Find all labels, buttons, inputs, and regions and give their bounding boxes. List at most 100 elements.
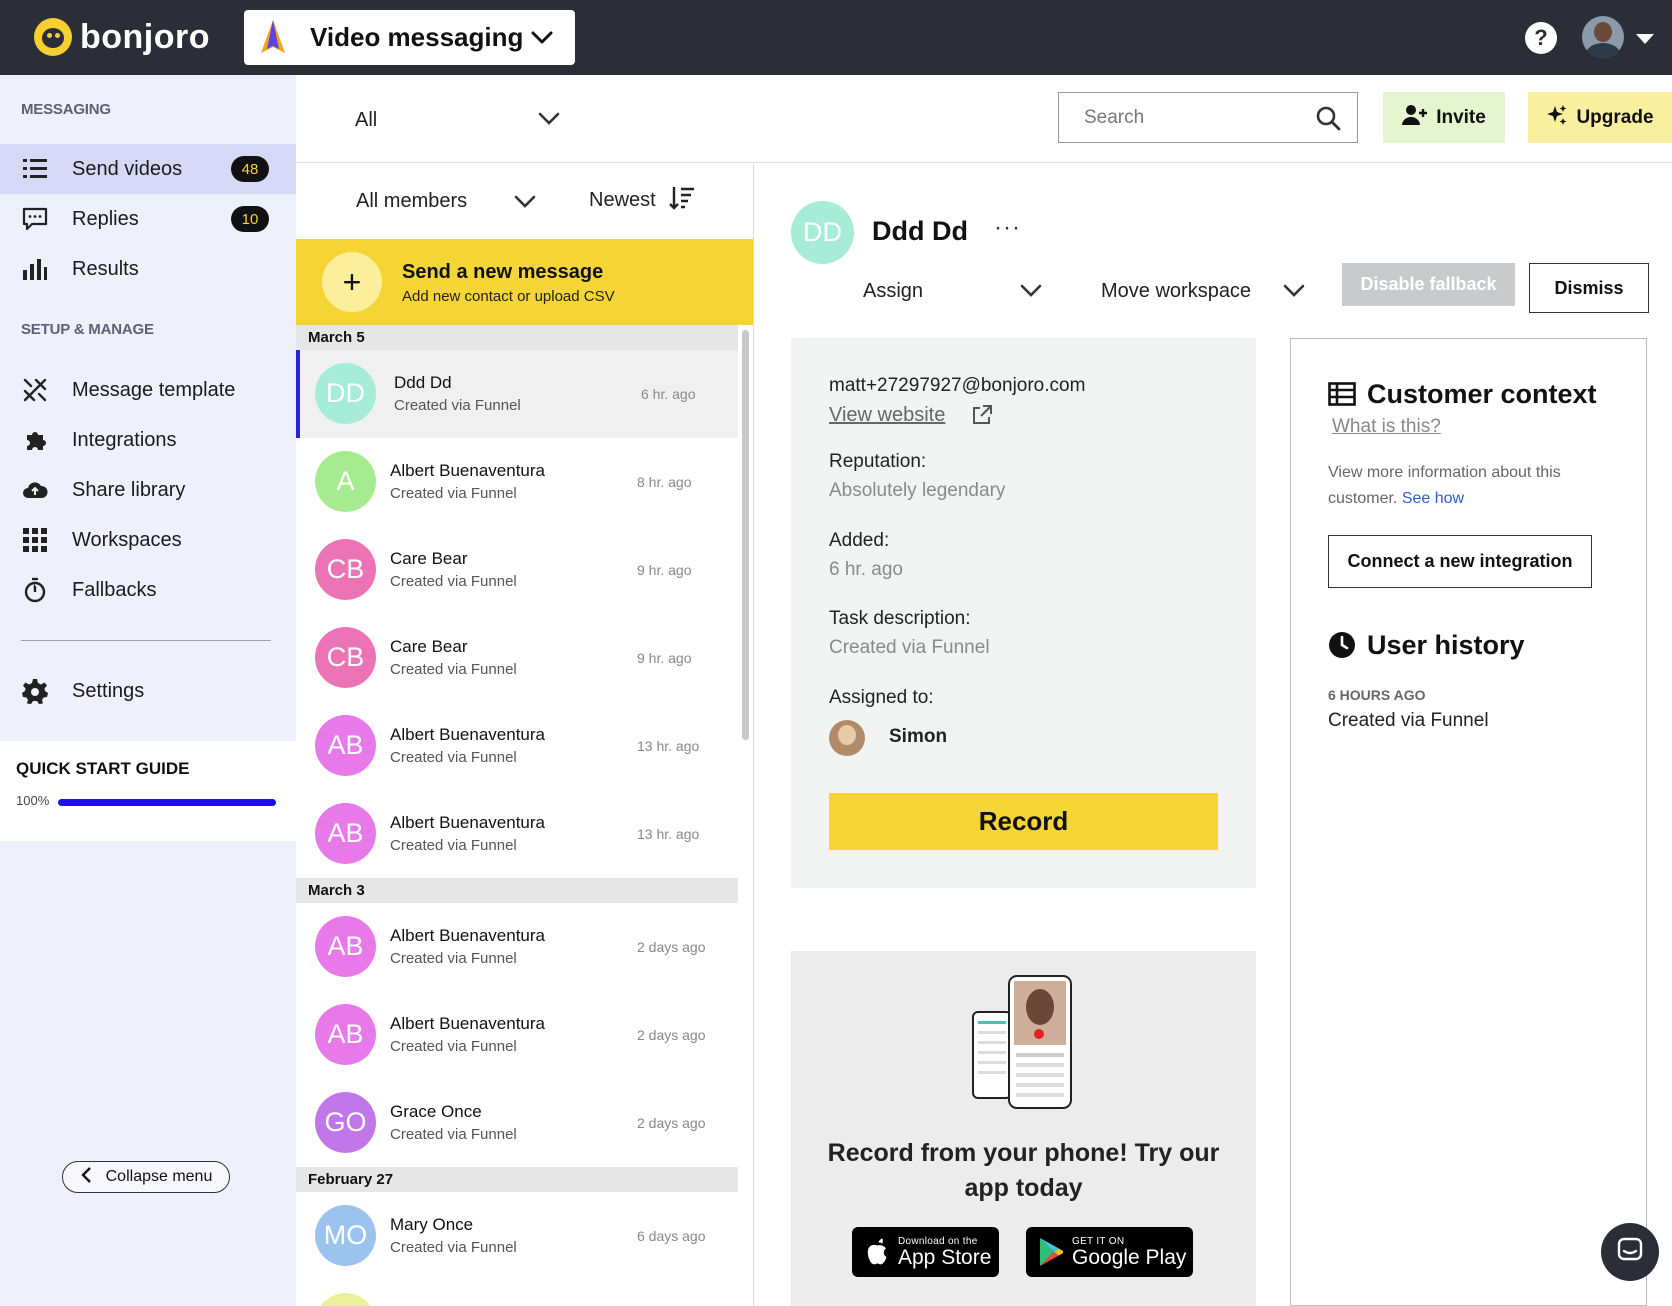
sidebar-item-send-videos[interactable]: Send videos 48 [0, 144, 296, 194]
chat-support-button[interactable] [1601, 1223, 1659, 1281]
contact-avatar: AB [315, 1004, 376, 1065]
view-website-link[interactable]: View website [829, 404, 945, 427]
assigned-label: Assigned to: [829, 687, 934, 708]
date-group-header: March 3 [296, 878, 738, 903]
list-icon [21, 155, 49, 183]
assign-dropdown-label[interactable]: Assign [863, 280, 923, 303]
chevron-down-icon[interactable] [1281, 277, 1307, 308]
app-store-button[interactable]: Download on the App Store [852, 1227, 999, 1277]
sidebar-item-share-library[interactable]: Share library [0, 465, 296, 515]
upgrade-button[interactable]: Upgrade [1528, 92, 1672, 143]
contact-name: Mary Once [390, 1215, 474, 1234]
contact-time: 2 days ago [637, 939, 706, 955]
send-new-message-button[interactable]: + Send a new message Add new contact or … [296, 239, 753, 325]
sort-icon[interactable] [668, 184, 696, 217]
sort-label[interactable]: Newest [589, 189, 656, 212]
contact-time: 2 days ago [637, 1115, 706, 1131]
contact-avatar: A [315, 451, 376, 512]
google-play-icon [1038, 1237, 1064, 1267]
contact-row[interactable]: GOGrace Once [296, 1280, 738, 1306]
contact-source: Created via Funnel [390, 485, 517, 502]
contact-name: Albert Buenaventura [390, 1014, 545, 1033]
collapse-menu-button[interactable]: Collapse menu [62, 1161, 230, 1193]
dismiss-button[interactable]: Dismiss [1529, 263, 1649, 313]
quick-start-guide[interactable]: QUICK START GUIDE 100% [0, 741, 296, 841]
product-switcher[interactable]: Video messaging [244, 10, 575, 65]
caret-down-icon[interactable] [1636, 34, 1654, 44]
chevron-down-icon[interactable] [1018, 277, 1044, 308]
members-dropdown-label[interactable]: All members [356, 190, 467, 213]
collapse-menu-label: Collapse menu [105, 1168, 213, 1185]
customer-context-panel: Customer context What is this? View more… [1290, 338, 1647, 1306]
contact-time: 9 hr. ago [637, 562, 692, 578]
product-label: Video messaging [310, 22, 524, 52]
external-link-icon[interactable] [971, 404, 993, 431]
chevron-down-icon[interactable] [536, 105, 562, 136]
list-scrollbar[interactable] [742, 330, 749, 740]
search-input[interactable] [1059, 93, 1289, 142]
chat-bubble-icon [1617, 1237, 1643, 1268]
add-user-icon [1402, 104, 1428, 132]
contact-source: Created via Funnel [390, 1038, 517, 1055]
contact-row[interactable]: A Albert Buenaventura Created via Funnel 8 … [296, 438, 738, 526]
section-setup: SETUP & MANAGE [21, 321, 154, 338]
sidebar-item-fallbacks[interactable]: Fallbacks [0, 565, 296, 615]
search-box[interactable] [1058, 92, 1358, 143]
sidebar-item-message-template[interactable]: Message template [0, 365, 296, 415]
filter-dropdown-label[interactable]: All [355, 109, 377, 132]
date-group-header: February 27 [296, 1167, 738, 1192]
invite-button[interactable]: Invite [1383, 92, 1505, 143]
contact-row[interactable]: AB Albert Buenaventura Created via Funnel 2… [296, 991, 738, 1079]
contact-row[interactable]: AB Albert Buenaventura Created via Funnel 2… [296, 903, 738, 991]
contact-source: Created via Funnel [390, 950, 517, 967]
contact-name: Albert Buenaventura [390, 725, 545, 744]
contact-row[interactable]: MO Mary Once Created via Funnel 6 days ago [296, 1192, 738, 1280]
app-store-big: App Store [898, 1245, 992, 1269]
search-icon[interactable] [1315, 105, 1341, 136]
see-how-link[interactable]: See how [1402, 490, 1464, 507]
sidebar-item-label: Workspaces [72, 528, 182, 551]
app-promo-card: Record from your phone! Try our app toda… [791, 951, 1256, 1306]
what-is-this-link[interactable]: What is this? [1332, 416, 1441, 438]
bar-chart-icon [21, 255, 49, 283]
contact-source: Created via Funnel [390, 749, 517, 766]
quick-start-percent: 100% [16, 793, 50, 808]
contact-row[interactable]: AB Albert Buenaventura Created via Funnel 1… [296, 702, 738, 790]
help-icon[interactable]: ? [1525, 22, 1557, 54]
contact-row[interactable]: GO Grace Once Created via Funnel 2 days ago [296, 1079, 738, 1167]
more-options-icon[interactable]: ··· [994, 214, 1021, 242]
sidebar-item-label: Send videos [72, 157, 183, 180]
user-avatar[interactable] [1582, 16, 1624, 58]
chevron-down-icon[interactable] [512, 188, 538, 219]
plus-icon: + [322, 252, 382, 312]
contact-avatar: CB [315, 627, 376, 688]
contact-row[interactable]: CB Care Bear Created via Funnel 9 hr. ago [296, 526, 738, 614]
sidebar-item-results[interactable]: Results [0, 244, 296, 294]
sidebar-item-workspaces[interactable]: Workspaces [0, 515, 296, 565]
sidebar-item-replies[interactable]: Replies 10 [0, 194, 296, 244]
record-button[interactable]: Record [829, 793, 1218, 850]
phone-illustration [972, 975, 1072, 1110]
disable-fallback-button[interactable]: Disable fallback [1342, 263, 1515, 306]
sidebar-item-integrations[interactable]: Integrations [0, 415, 296, 465]
contact-row[interactable]: AB Albert Buenaventura Created via Funnel 1… [296, 790, 738, 878]
contact-avatar: AB [315, 803, 376, 864]
contact-time: 6 hr. ago [641, 386, 696, 402]
assignee-name: Simon [889, 726, 948, 747]
google-play-button[interactable]: GET IT ON Google Play [1026, 1227, 1193, 1277]
template-icon [21, 376, 49, 404]
contact-source: Created via Funnel [390, 837, 517, 854]
sidebar-item-label: Results [72, 257, 139, 280]
contact-row[interactable]: DD Ddd Dd Created via Funnel 6 hr. ago [296, 350, 738, 438]
sidebar-item-label: Replies [72, 207, 139, 230]
rocket-icon [258, 19, 288, 57]
move-workspace-dropdown-label[interactable]: Move workspace [1101, 280, 1251, 303]
contact-row[interactable]: CB Care Bear Created via Funnel 9 hr. ago [296, 614, 738, 702]
phone-front-image [1008, 975, 1072, 1109]
contact-list[interactable]: March 5 DD Ddd Dd Created via Funnel 6 hr. a… [296, 325, 738, 1306]
contact-time: 8 hr. ago [637, 474, 692, 490]
sidebar-item-settings[interactable]: Settings [0, 666, 296, 716]
bonjoro-logo[interactable]: bonjoro [34, 16, 210, 58]
connect-integration-button[interactable]: Connect a new integration [1328, 535, 1592, 588]
sidebar-item-label: Integrations [72, 428, 177, 451]
